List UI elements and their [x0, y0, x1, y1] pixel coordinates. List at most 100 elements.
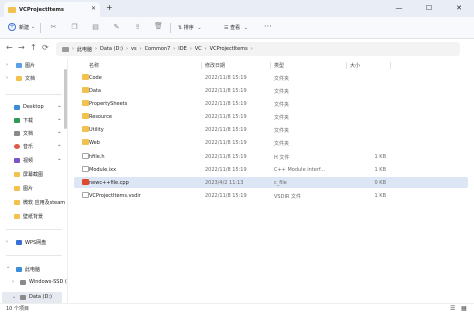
forward-arrow-icon[interactable]: →: [18, 43, 25, 52]
breadcrumb-this-pc[interactable]: 此电脑: [77, 46, 92, 53]
column-header-name[interactable]: 名称: [89, 62, 99, 69]
file-row[interactable]: hfile.h 2022/11/8 15:19 H 文件 1 KB: [74, 151, 468, 162]
column-divider[interactable]: [390, 62, 391, 69]
file-name: Resource: [89, 114, 112, 120]
column-divider[interactable]: [346, 62, 347, 69]
sidebar-item-desktop[interactable]: Desktop: [14, 104, 44, 110]
column-header-type[interactable]: 类型: [274, 62, 284, 69]
minimize-button[interactable]: —: [384, 0, 414, 17]
file-row[interactable]: Data 2022/11/8 15:19 文件夹: [74, 85, 468, 96]
pin-icon[interactable]: ⌖: [58, 117, 61, 123]
pin-icon[interactable]: ⌖: [58, 130, 61, 136]
sort-button[interactable]: ⇅ 排序 ⌄: [178, 24, 202, 31]
file-name: Utility: [89, 127, 104, 133]
column-header-size[interactable]: 大小: [350, 62, 360, 69]
sidebar-item-videos[interactable]: 视频: [14, 157, 33, 164]
cut-icon[interactable]: ✂: [49, 23, 58, 32]
paste-icon[interactable]: ▤: [91, 23, 100, 32]
sidebar-item-pictures[interactable]: 图片: [14, 185, 33, 192]
up-arrow-icon[interactable]: ↑: [30, 43, 37, 52]
refresh-icon[interactable]: ⟳: [42, 43, 49, 52]
sidebar-item-label: 图片: [25, 63, 36, 69]
folder-icon: [82, 126, 89, 132]
drive-icon: [20, 279, 26, 285]
column-divider[interactable]: [201, 62, 202, 69]
computer-icon: [62, 46, 69, 52]
file-date: 2022/11/8 15:19: [205, 88, 247, 94]
rename-icon[interactable]: ✎: [112, 23, 121, 32]
sidebar-item-wps-cloud[interactable]: WPS网盘: [16, 239, 46, 246]
new-tab-button[interactable]: +: [106, 3, 113, 12]
item-count: 10 个项目: [6, 306, 29, 312]
chevron-right-icon[interactable]: ›: [6, 239, 8, 245]
sidebar-item-wallpapers[interactable]: 壁纸背景: [14, 213, 43, 220]
file-name: PropertySheets: [89, 101, 128, 107]
sidebar-item-pictures-cloud[interactable]: 图片: [16, 62, 35, 69]
sidebar-item-downloads[interactable]: 下载: [14, 117, 33, 124]
sidebar-scrollbar[interactable]: [64, 69, 67, 129]
file-row[interactable]: Resource 2022/11/8 15:19 文件夹: [74, 111, 468, 122]
tab-close-icon[interactable]: ✕: [91, 5, 96, 12]
view-icon: ☰: [224, 25, 229, 31]
sidebar-item-screenshots[interactable]: 屏幕截图: [14, 171, 43, 178]
folder-icon: [16, 76, 22, 81]
command-bar: + 新建 ⌄ ✂ ❐ ▤ ✎ ⇪ 🗑 ⇅ 排序 ⌄ ☰ 查看 ⌄ ···: [0, 17, 474, 39]
file-row-selected[interactable]: newc++file.cpp 2023/4/2 11:13 c_file 0 K…: [74, 177, 468, 188]
breadcrumb[interactable]: › 此电脑 › Data (D:) › vs › Common7 › IDE ›…: [56, 42, 460, 56]
tiles-view-icon[interactable]: ▦: [461, 305, 467, 312]
details-view-icon[interactable]: ☰: [450, 305, 455, 312]
sidebar-item-documents[interactable]: 文档: [14, 130, 33, 137]
pin-icon[interactable]: ⌖: [58, 104, 61, 110]
file-date: 2022/11/8 15:19: [205, 114, 247, 120]
copy-icon[interactable]: ❐: [70, 23, 79, 32]
navigation-pane[interactable]: › 图片 › 文档 Desktop ⌖ 下载 ⌖ 文档 ⌖ 音乐 ⌖ 视频 ⌖ …: [0, 59, 68, 303]
view-button[interactable]: ☰ 查看 ⌄: [224, 24, 248, 31]
file-row[interactable]: Utility 2022/11/8 15:19 文件夹: [74, 124, 468, 135]
more-options-icon[interactable]: ···: [264, 22, 272, 31]
file-row[interactable]: Module.ixx 2022/11/8 15:19 C++ Module in…: [74, 164, 468, 175]
breadcrumb-separator: ›: [139, 46, 142, 52]
sidebar-item-label: Desktop: [23, 104, 44, 110]
chevron-right-icon[interactable]: ›: [6, 62, 8, 68]
chevron-right-icon[interactable]: ›: [6, 75, 8, 81]
back-arrow-icon[interactable]: ←: [6, 43, 13, 52]
breadcrumb-vs[interactable]: vs: [131, 46, 137, 52]
sidebar-item-windows-ssd[interactable]: Windows-SSD (: [20, 279, 67, 285]
breadcrumb-data-drive[interactable]: Data (D:): [100, 46, 123, 52]
file-date: 2022/11/8 15:19: [205, 167, 247, 173]
chevron-down-icon[interactable]: ⌄: [6, 264, 10, 270]
column-header-date[interactable]: 修改日期: [205, 62, 225, 69]
file-name: hfile.h: [89, 154, 105, 160]
close-button[interactable]: ✕: [444, 0, 474, 17]
chevron-down-icon[interactable]: ⌄: [12, 294, 16, 300]
breadcrumb-vc[interactable]: VC: [195, 46, 202, 52]
file-type: c_file: [274, 180, 287, 186]
breadcrumb-common7[interactable]: Common7: [145, 46, 171, 52]
maximize-button[interactable]: ☐: [414, 0, 444, 17]
sidebar-divider: [6, 229, 62, 230]
sidebar-item-apps-steam[interactable]: 微软 应用及steam: [14, 199, 65, 206]
chevron-right-icon[interactable]: ›: [12, 279, 14, 285]
file-row[interactable]: PropertySheets 2022/11/8 15:19 文件夹: [74, 98, 468, 109]
sidebar-item-data-drive[interactable]: Data (D:): [20, 294, 52, 300]
pin-icon[interactable]: ⌖: [58, 157, 61, 163]
address-bar: ← → ↑ ⟳ › 此电脑 › Data (D:) › vs › Common7…: [0, 39, 474, 59]
file-row[interactable]: Code 2022/11/8 15:19 文件夹: [74, 72, 468, 83]
sidebar-item-music[interactable]: 音乐: [14, 143, 33, 150]
sidebar-item-documents-cloud[interactable]: 文档: [16, 75, 35, 82]
file-date: 2023/4/2 11:13: [205, 180, 244, 186]
breadcrumb-ide[interactable]: IDE: [178, 46, 186, 52]
new-button[interactable]: + 新建 ⌄: [8, 23, 35, 31]
file-row[interactable]: VCProjectItems.vsdir 2022/11/8 15:19 VSD…: [74, 190, 468, 201]
drive-icon: [20, 294, 26, 300]
file-type: 文件夹: [274, 141, 290, 147]
column-divider[interactable]: [270, 62, 271, 69]
sidebar-item-this-pc[interactable]: 此电脑: [16, 266, 40, 273]
tab-vcprojectitems[interactable]: VCProjectItems ✕: [4, 2, 100, 17]
download-icon: [14, 118, 20, 123]
breadcrumb-vcprojectitems[interactable]: VCProjectItems: [210, 46, 248, 52]
pin-icon[interactable]: ⌖: [58, 143, 61, 149]
delete-icon[interactable]: 🗑: [154, 22, 163, 31]
share-icon[interactable]: ⇪: [133, 23, 142, 32]
file-row[interactable]: Web 2022/11/8 15:19 文件夹: [74, 137, 468, 148]
